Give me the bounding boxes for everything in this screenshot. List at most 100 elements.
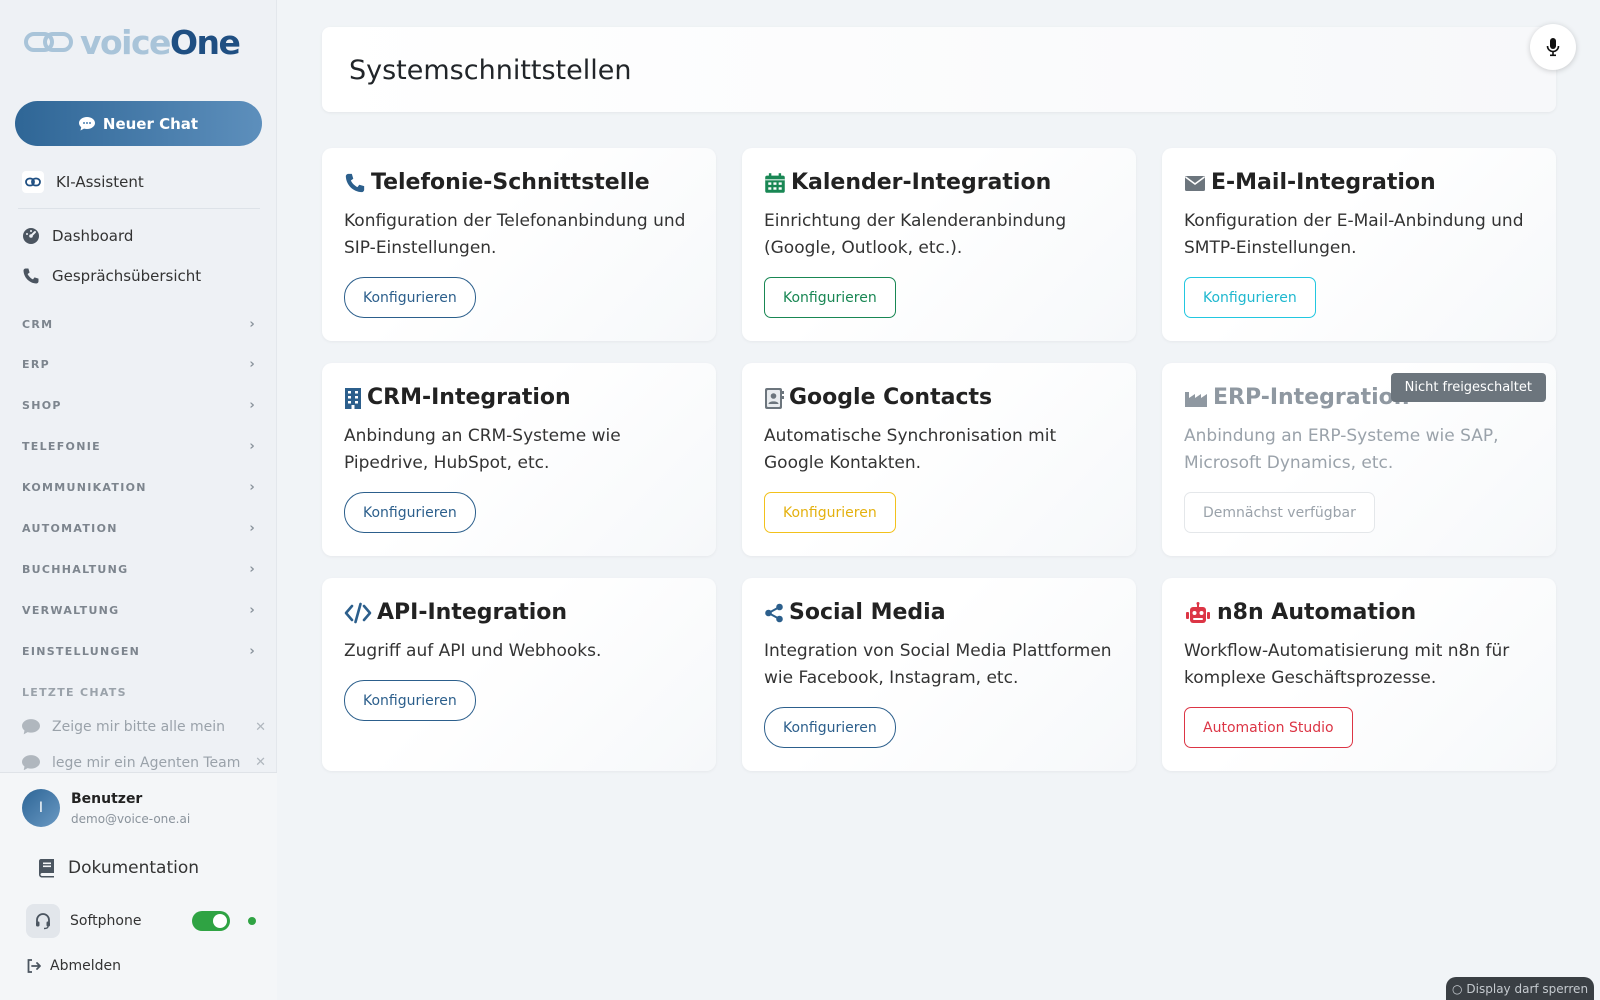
close-icon[interactable]: ✕ [255,720,266,735]
card-email: E-Mail-Integration Konfiguration der E-M… [1162,148,1556,341]
logo-text: voiceOne [80,22,241,62]
documentation-label: Dokumentation [68,858,200,878]
card-description: Anbindung an CRM-Systeme wie Pipedrive, … [344,426,621,473]
card-title: n8n Automation [1184,600,1416,625]
contact-card-icon [765,387,784,409]
sidebar-item-label: Dashboard [52,227,134,245]
building-icon [345,387,361,409]
configure-google-contacts-button[interactable]: Konfigurieren [764,492,896,533]
card-social-media: Social Media Integration von Social Medi… [742,578,1136,771]
sidebar-item-dashboard[interactable]: Dashboard [22,225,133,247]
chevron-right-icon: › [249,602,256,618]
app-logo[interactable]: voiceOne [24,20,241,64]
documentation-link[interactable]: Dokumentation [38,858,199,878]
logout-icon [27,959,41,973]
phone-icon [23,268,39,284]
not-unlocked-badge: Nicht freigeschaltet [1390,373,1546,402]
card-description: Integration von Social Media Plattformen… [764,641,1112,688]
card-title: Telefonie-Schnittstelle [344,170,650,195]
logout-label: Abmelden [50,958,121,974]
avatar[interactable]: I [22,789,60,827]
headset-icon [26,904,60,938]
share-icon [765,603,783,622]
chevron-right-icon: › [249,397,256,413]
recent-chat-item[interactable]: lege mir ein Agenten Team ✕ [22,755,266,770]
chevron-right-icon: › [249,561,256,577]
code-icon [344,602,372,623]
new-chat-label: Neuer Chat [102,114,199,133]
status-pill-label: Display darf sperren [1466,982,1589,996]
sidebar-section-automation[interactable]: AUTOMATION › [22,520,256,536]
page-header: Systemschnittstellen [322,27,1556,112]
coming-soon-button: Demnächst verfügbar [1184,492,1375,533]
card-google-contacts: Google Contacts Automatische Synchronisa… [742,363,1136,556]
chevron-right-icon: › [249,316,256,332]
status-dot [248,917,256,925]
sidebar-section-verwaltung[interactable]: VERWALTUNG › [22,602,256,618]
card-title: ERP-Integration [1184,385,1409,410]
sidebar-section-buchhaltung[interactable]: BUCHHALTUNG › [22,561,256,577]
card-title: E-Mail-Integration [1184,170,1436,195]
chevron-right-icon: › [249,438,256,454]
sidebar-section-kommunikation[interactable]: KOMMUNIKATION › [22,479,256,495]
card-title: Kalender-Integration [764,170,1051,195]
sidebar-section-crm[interactable]: CRM › [22,316,256,332]
sidebar-item-label: KI-Assistent [56,173,144,191]
chain-link-icon [24,32,73,52]
card-api: API-Integration Zugriff auf API und Webh… [322,578,716,771]
calendar-icon [765,172,785,193]
gauge-icon [23,228,39,244]
card-n8n: n8n Automation Workflow-Automatisierung … [1162,578,1556,771]
sidebar-item-ki-assistant[interactable]: KI-Assistent [22,170,262,194]
factory-icon [1185,391,1207,407]
chat-bubble-icon [22,755,40,770]
book-icon [39,859,54,878]
recent-chat-item[interactable]: Zeige mir bitte alle mein ✕ [22,717,266,737]
card-description: Anbindung an ERP-Systeme wie SAP, Micros… [1184,426,1499,473]
card-title: Social Media [764,600,946,625]
configure-api-button[interactable]: Konfigurieren [344,680,476,721]
phone-icon [345,173,365,192]
configure-telefonie-button[interactable]: Konfigurieren [344,277,476,318]
configure-kalender-button[interactable]: Konfigurieren [764,277,896,318]
chat-bubble-icon [78,116,95,130]
page-title: Systemschnittstellen [349,55,632,86]
card-description: Einrichtung der Kalenderanbindung (Googl… [764,211,1067,258]
sidebar-item-conversations[interactable]: Gesprächsübersicht [22,265,201,287]
recent-chat-label: lege mir ein Agenten Team [52,755,241,770]
card-title: Google Contacts [764,385,992,410]
card-crm: CRM-Integration Anbindung an CRM-Systeme… [322,363,716,556]
sidebar: voiceOne Neuer Chat KI-Assistent Dashboa… [0,0,277,1000]
envelope-icon [1185,175,1205,191]
chevron-right-icon: › [249,520,256,536]
sidebar-section-shop[interactable]: SHOP › [22,397,256,413]
sidebar-item-label: Gesprächsübersicht [52,267,202,285]
chevron-right-icon: › [249,479,256,495]
softphone-toggle[interactable] [192,911,230,931]
circle-icon: ○ [1451,982,1463,996]
configure-crm-button[interactable]: Konfigurieren [344,492,476,533]
configure-social-media-button[interactable]: Konfigurieren [764,707,896,748]
close-icon[interactable]: ✕ [255,755,266,770]
softphone-label: Softphone [70,913,142,929]
card-description: Konfiguration der E-Mail-Anbindung und S… [1184,211,1524,258]
card-title: API-Integration [344,600,567,625]
card-erp: ERP-Integration Nicht freigeschaltet Anb… [1162,363,1556,556]
sidebar-section-einstellungen[interactable]: EINSTELLUNGEN › [22,643,256,659]
new-chat-button[interactable]: Neuer Chat [15,101,262,146]
microphone-icon [1546,38,1560,57]
chain-link-icon [22,171,44,193]
card-kalender: Kalender-Integration Einrichtung der Kal… [742,148,1136,341]
sidebar-divider [18,208,260,209]
recent-chats-title: LETZTE CHATS [22,686,127,699]
microphone-button[interactable] [1530,24,1576,70]
recent-chat-label: Zeige mir bitte alle mein [52,719,226,735]
sidebar-section-erp[interactable]: ERP › [22,356,256,372]
chevron-right-icon: › [249,356,256,372]
card-description: Automatische Synchronisation mit Google … [764,426,1057,473]
logout-link[interactable]: Abmelden [26,958,121,974]
configure-email-button[interactable]: Konfigurieren [1184,277,1316,318]
automation-studio-button[interactable]: Automation Studio [1184,707,1353,748]
robot-icon [1186,601,1210,623]
sidebar-section-telefonie[interactable]: TELEFONIE › [22,438,256,454]
